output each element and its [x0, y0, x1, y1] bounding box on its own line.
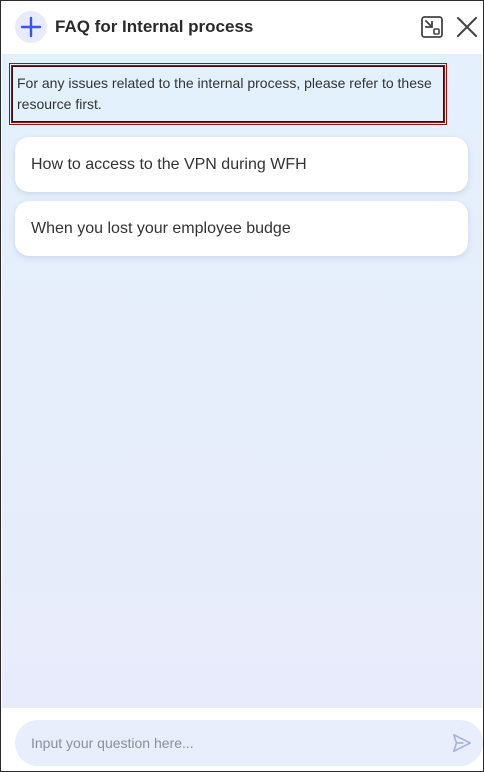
composer — [2, 708, 483, 770]
send-icon — [452, 733, 472, 753]
exit-fullscreen-icon — [421, 16, 443, 38]
exit-window-button[interactable] — [419, 14, 445, 40]
new-chat-button[interactable] — [15, 11, 47, 43]
send-button[interactable] — [450, 731, 474, 755]
chat-header: FAQ for Internal process — [2, 2, 482, 54]
chat-content: For any issues related to the internal p… — [2, 54, 482, 708]
close-icon — [457, 17, 477, 37]
faq-item-vpn[interactable]: How to access to the VPN during WFH — [15, 137, 468, 192]
faq-item-label: How to access to the VPN during WFH — [31, 155, 307, 173]
question-input[interactable] — [31, 720, 431, 766]
faq-item-label: When you lost your employee budge — [31, 219, 291, 237]
faq-item-badge[interactable]: When you lost your employee budge — [15, 201, 468, 256]
plus-icon — [20, 16, 42, 38]
close-button[interactable] — [454, 14, 480, 40]
chat-title: FAQ for Internal process — [55, 17, 254, 36]
chat-window: FAQ for Internal process For any issues … — [0, 0, 484, 772]
info-notice: For any issues related to the internal p… — [9, 63, 447, 125]
question-input-wrapper — [15, 720, 483, 766]
